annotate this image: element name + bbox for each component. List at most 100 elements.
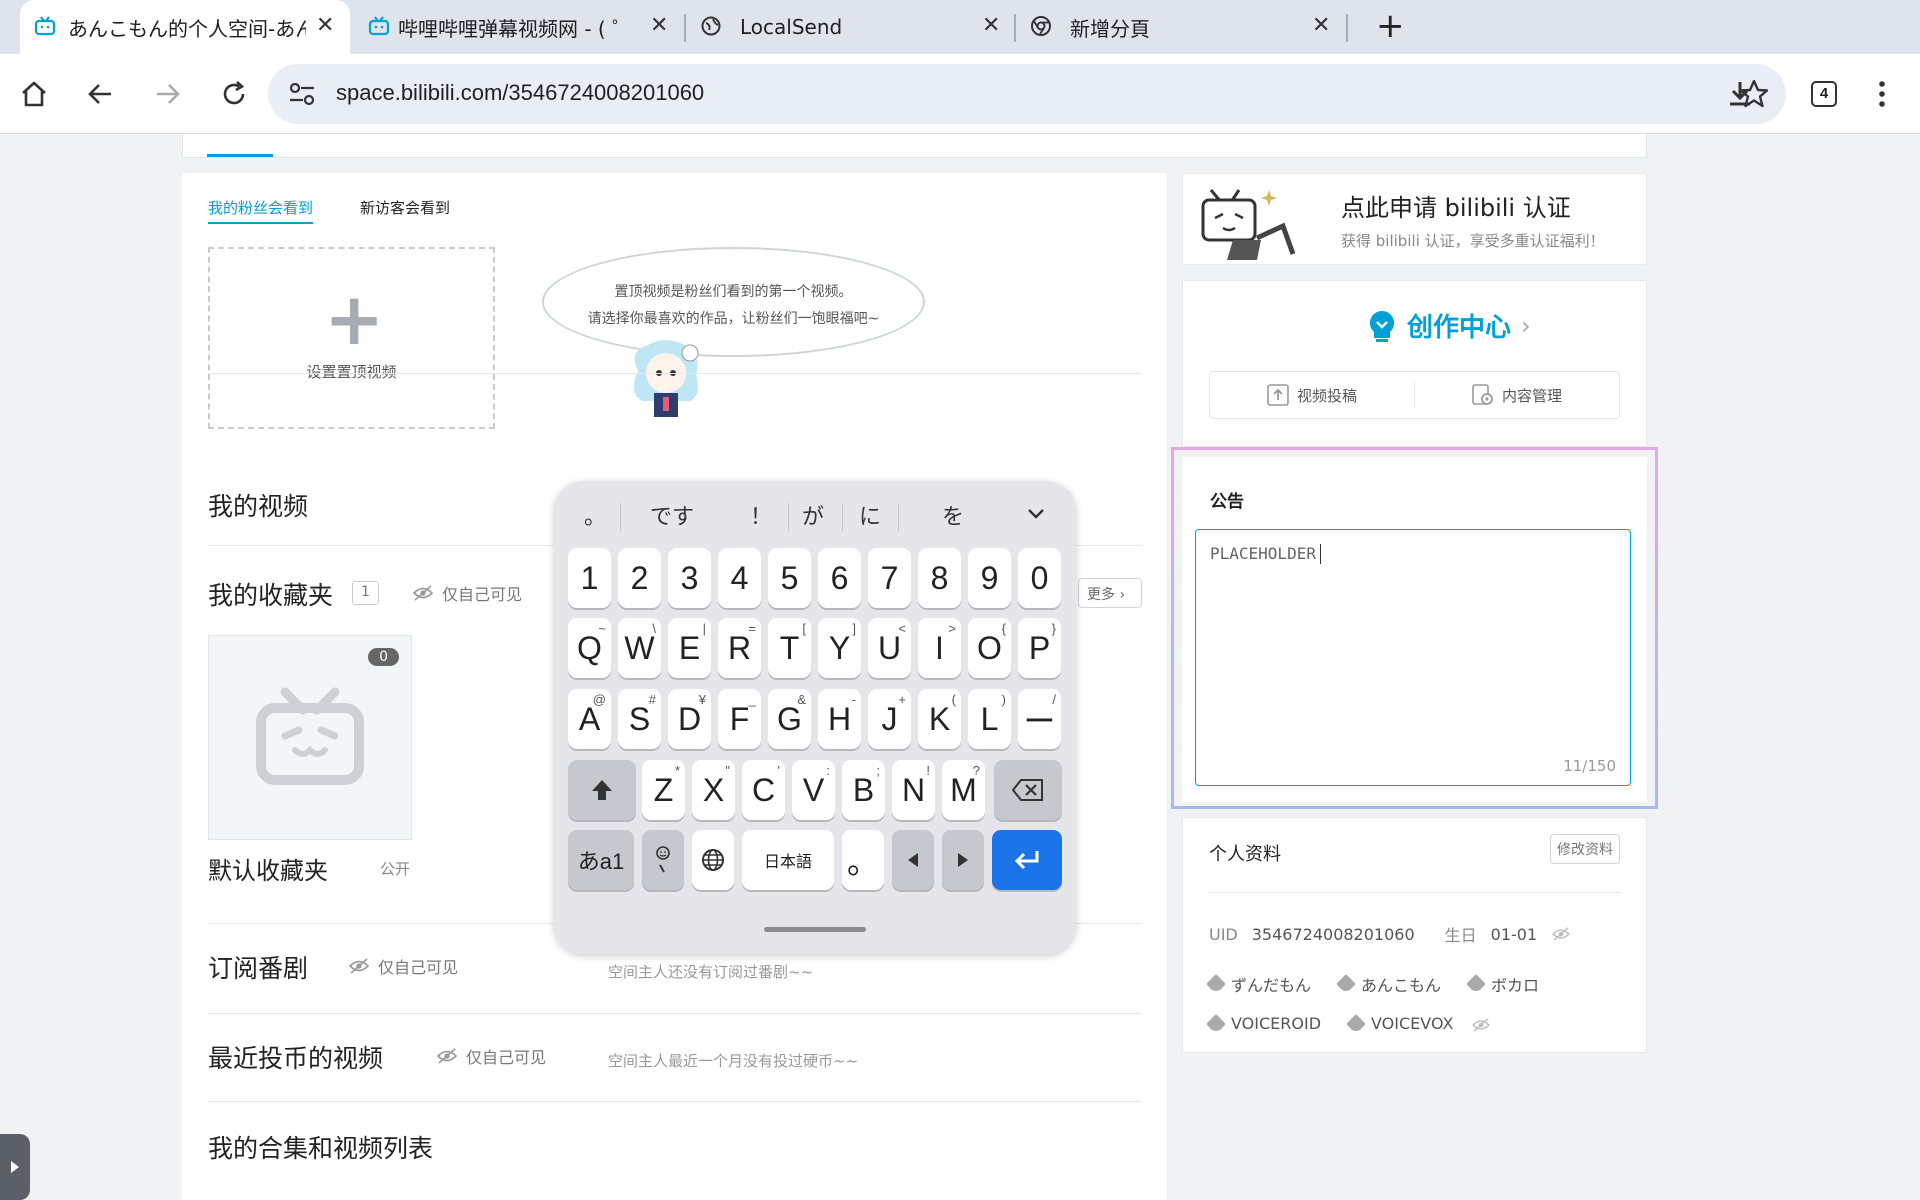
key-label: 1	[580, 559, 599, 596]
period-key[interactable]: 。	[842, 830, 884, 890]
candidate-item[interactable]: に	[859, 499, 881, 531]
close-tab-icon[interactable]: ✕	[316, 14, 334, 38]
cursor-right-key[interactable]	[942, 830, 984, 890]
key-digit[interactable]: 7	[868, 548, 911, 608]
close-tab-icon[interactable]: ✕	[982, 14, 1000, 38]
plus-icon: +	[324, 277, 385, 361]
default-folder-name[interactable]: 默认收藏夹	[208, 851, 328, 886]
coins-visibility[interactable]: 仅自己可见	[436, 1044, 546, 1068]
key-letter[interactable]: X "	[692, 760, 735, 820]
tag-item[interactable]: あんこもん	[1336, 972, 1441, 996]
close-tab-icon[interactable]: ✕	[1312, 14, 1330, 38]
key-letter[interactable]: H-	[818, 689, 861, 749]
tag-item[interactable]: ボカロ	[1466, 972, 1539, 996]
key-letter[interactable]: C '	[742, 760, 785, 820]
edit-profile-button[interactable]: 修改资料	[1550, 834, 1620, 864]
reload-icon[interactable]	[214, 74, 254, 114]
backspace-key[interactable]	[994, 760, 1062, 820]
key-letter[interactable]: Q ~	[568, 618, 611, 678]
more-favorites-button[interactable]: 更多 ›	[1078, 578, 1142, 608]
favorites-visibility[interactable]: 仅自己可见	[412, 581, 522, 605]
tab-bilibili-home[interactable]: 哔哩哔哩弹幕视频网 - ( ゜- ゜ ✕	[350, 0, 680, 54]
key-letter[interactable]: O{	[968, 618, 1011, 678]
key-letter[interactable]: L)	[968, 689, 1011, 749]
key-digit[interactable]: 0	[1018, 548, 1061, 608]
key-digit[interactable]: 3	[668, 548, 711, 608]
key-letter[interactable]: W \	[618, 618, 661, 678]
key-letter[interactable]: M?	[942, 760, 985, 820]
key-letter[interactable]: Z *	[642, 760, 685, 820]
mode-switch-key[interactable]: あa1	[568, 830, 634, 890]
candidate-item[interactable]: が	[802, 499, 824, 531]
space-key[interactable]: 日本語	[742, 830, 834, 890]
hidden-eye-icon[interactable]	[1551, 927, 1571, 941]
tag-item[interactable]: VOICEROID	[1206, 1013, 1321, 1034]
key-letter[interactable]: E |	[668, 618, 711, 678]
certification-title: 点此申请 bilibili 认证	[1341, 194, 1571, 222]
sidebar-toggle-button[interactable]	[0, 1134, 30, 1200]
key-letter[interactable]: K(	[918, 689, 961, 749]
key-letter[interactable]: D ¥	[668, 689, 711, 749]
candidate-item[interactable]: ！	[750, 499, 772, 531]
set-pinned-video-button[interactable]: + 设置置顶视频	[208, 247, 495, 429]
key-letter[interactable]: Y]	[818, 618, 861, 678]
key-letter[interactable]: V:	[792, 760, 835, 820]
key-label: 2	[630, 559, 649, 596]
hidden-eye-icon[interactable]	[1471, 1018, 1491, 1032]
key-digit[interactable]: 1	[568, 548, 611, 608]
tag-item[interactable]: VOICEVOX	[1346, 1013, 1453, 1034]
keyboard-drag-handle[interactable]	[764, 927, 866, 932]
certification-card[interactable]: 点此申请 bilibili 认证 获得 bilibili 认证，享受多重认证福利…	[1182, 173, 1647, 265]
key-letter[interactable]: J +	[868, 689, 911, 749]
tab-bilibili-space[interactable]: あんこもん的个人空间-あんこ ✕	[20, 0, 350, 54]
home-icon[interactable]	[14, 74, 54, 114]
download-icon[interactable]	[1720, 74, 1760, 114]
tab-count-button[interactable]: 4	[1804, 74, 1844, 114]
key-digit[interactable]: 5	[768, 548, 811, 608]
key-digit[interactable]: 9	[968, 548, 1011, 608]
close-tab-icon[interactable]: ✕	[650, 14, 668, 38]
new-tab-button[interactable]: +	[1376, 8, 1405, 44]
key-letter[interactable]: R =	[718, 618, 761, 678]
bangumi-visibility[interactable]: 仅自己可见	[348, 954, 458, 978]
key-digit[interactable]: 8	[918, 548, 961, 608]
menu-icon[interactable]	[1862, 74, 1902, 114]
key-letter[interactable]: B;	[842, 760, 885, 820]
key-letter[interactable]: G &	[768, 689, 811, 749]
candidate-item[interactable]: です	[650, 499, 694, 531]
key-letter[interactable]: N!	[892, 760, 935, 820]
site-settings-icon[interactable]	[288, 81, 316, 107]
key-digit[interactable]: 2	[618, 548, 661, 608]
language-key[interactable]	[692, 830, 734, 890]
key-letter[interactable]: P}	[1018, 618, 1061, 678]
key-letter[interactable]: I >	[918, 618, 961, 678]
shift-key[interactable]	[568, 760, 636, 820]
default-folder-card[interactable]: 0	[208, 635, 412, 840]
creator-center-link[interactable]: 创作中心 ›	[1367, 307, 1531, 344]
content-manage-button[interactable]: 内容管理	[1415, 372, 1619, 418]
key-letter[interactable]: S #	[618, 689, 661, 749]
expand-candidates-icon[interactable]	[1026, 507, 1046, 521]
cursor-left-key[interactable]	[892, 830, 934, 890]
tag-item[interactable]: ずんだもん	[1206, 972, 1311, 996]
tab-fans-view[interactable]: 我的粉丝会看到	[208, 197, 314, 224]
key-digit[interactable]: 6	[818, 548, 861, 608]
visibility-label: 仅自己可见	[442, 585, 523, 604]
tab-visitor-view[interactable]: 新访客会看到	[360, 197, 450, 218]
key-digit[interactable]: 4	[718, 548, 761, 608]
candidate-item[interactable]: を	[942, 499, 964, 531]
emoji-key[interactable]	[642, 830, 684, 890]
back-icon[interactable]	[80, 74, 120, 114]
address-bar[interactable]: space.bilibili.com/3546724008201060	[268, 64, 1786, 124]
key-letter[interactable]: T[	[768, 618, 811, 678]
video-upload-button[interactable]: 视频投稿	[1210, 372, 1414, 418]
candidate-item[interactable]: 。	[584, 499, 606, 531]
forward-icon[interactable]	[148, 74, 188, 114]
key-letter[interactable]: A @	[568, 689, 611, 749]
tab-localsend[interactable]: LocalSend ✕	[686, 0, 1016, 54]
key-letter[interactable]: F _	[718, 689, 761, 749]
key-letter[interactable]: U <	[868, 618, 911, 678]
enter-key[interactable]	[992, 830, 1062, 890]
key-letter[interactable]: ー /	[1018, 689, 1061, 749]
tab-new-page[interactable]: 新增分頁 ✕	[1016, 0, 1346, 54]
